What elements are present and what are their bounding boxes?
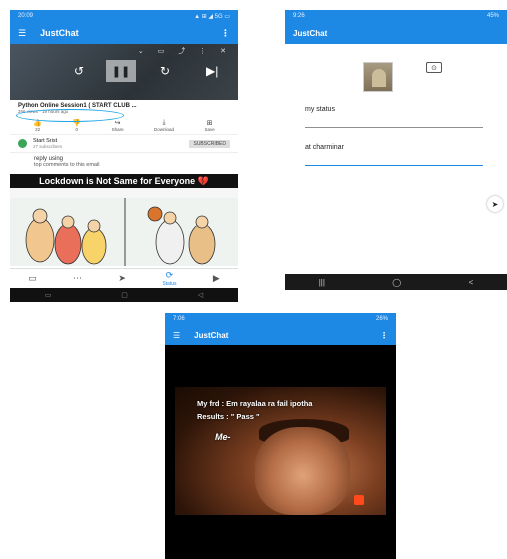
back-icon[interactable]: ◁ — [198, 291, 203, 299]
status-indicators: ▲ ⊞ ◢ 5G ▭ — [194, 13, 230, 20]
meme-caption-me: Me- — [215, 432, 231, 442]
app-title: JustChat — [293, 28, 328, 38]
menu-icon[interactable]: ☰ — [173, 331, 180, 340]
status-time: 9:26 — [293, 13, 305, 19]
action-share[interactable]: ↪ Share — [112, 119, 124, 132]
chat-icon: ▭ — [28, 273, 37, 283]
home-icon[interactable]: ◯ — [392, 278, 401, 287]
meme-cartoon — [10, 198, 238, 266]
status-time: 7:06 — [173, 316, 185, 322]
status-time: 20:09 — [18, 13, 34, 19]
status-battery: 45% — [486, 13, 499, 19]
status-bar: 9:26 45% — [285, 10, 507, 22]
system-navigation: ||| ◯ < — [285, 274, 507, 290]
comments-section[interactable]: reply using top comments to this email — [10, 152, 238, 171]
avatar — [18, 139, 27, 148]
app-bar: JustChat — [285, 22, 507, 44]
location-field[interactable]: at charminar — [305, 144, 483, 166]
bottom-navigation: ▭ ⋯ ➤ ⟳ Status ▶ — [10, 268, 238, 288]
phone-screen-meme: 7:06 26% ☰ JustChat ⋮ My frd : Em rayala… — [165, 313, 396, 559]
status-bar: 20:09 ▲ ⊞ ◢ 5G ▭ — [10, 10, 238, 22]
save-label: Save — [204, 127, 215, 132]
phone-screen-video: 20:09 ▲ ⊞ ◢ 5G ▭ ☰ JustChat ⋮ ⌄ ▭ ⤴ ⋮ ✕ … — [10, 10, 238, 302]
app-title: JustChat — [40, 28, 79, 38]
phone-screen-profile: 9:26 45% JustChat ⊙ my status at charmin… — [285, 10, 507, 290]
nav-chats[interactable]: ▭ — [28, 273, 37, 284]
nav-play[interactable]: ▶ — [213, 273, 220, 284]
video-top-controls[interactable]: ⌄ ▭ ⤴ ⋮ ✕ — [138, 46, 232, 56]
app-bar: ☰ JustChat ⋮ — [165, 325, 396, 345]
meme-caption-1: My frd : Em rayalaa ra fail ipotha — [197, 399, 313, 408]
like-count: 22 — [35, 127, 41, 132]
subscribe-button[interactable]: SUBSCRIBED — [189, 139, 230, 148]
forward-icon[interactable]: ↻ — [160, 64, 170, 78]
more-options-icon[interactable]: ⋮ — [380, 331, 388, 340]
video-player[interactable]: ⌄ ▭ ⤴ ⋮ ✕ ↺ ❚❚ ↻ ▶| — [10, 44, 238, 100]
home-icon[interactable]: ▢ — [121, 291, 128, 299]
download-icon: ⤓ — [162, 119, 166, 126]
recent-apps-icon[interactable]: ||| — [319, 278, 325, 287]
menu-icon[interactable]: ☰ — [18, 28, 26, 39]
meme-title: Lockdown is Not Same for Everyone 💔 — [10, 174, 238, 188]
share-label: Share — [111, 127, 124, 132]
nav-send[interactable]: ➤ — [118, 273, 126, 284]
meme-post[interactable]: Lockdown is Not Same for Everyone 💔 — [10, 174, 238, 266]
play-icon: ▶ — [212, 273, 220, 283]
app-bar: ☰ JustChat ⋮ — [10, 22, 238, 44]
status-battery: 26% — [375, 316, 388, 322]
channel-row[interactable]: Start Srist 27 subscribers SUBSCRIBED — [10, 134, 238, 152]
send-icon: ➤ — [118, 273, 126, 283]
camera-icon[interactable]: ⊙ — [426, 62, 442, 73]
save-icon: ⊞ — [206, 120, 213, 127]
video-title: Python Online Session1 ( START CLUB ... — [18, 103, 137, 109]
profile-photo[interactable] — [363, 62, 393, 92]
nav-status-label: Status — [162, 281, 177, 287]
nav-groups[interactable]: ⋯ — [73, 273, 82, 284]
groups-icon: ⋯ — [73, 273, 83, 283]
app-logo-icon — [354, 495, 364, 505]
comments-subtitle: top comments to this email — [34, 162, 100, 168]
status-field[interactable]: my status — [305, 106, 483, 128]
more-options-icon[interactable]: ⋮ — [221, 28, 230, 39]
highlight-oval — [16, 109, 124, 122]
dislike-count: 0 — [75, 127, 78, 132]
download-label: Download — [154, 127, 175, 132]
meme-caption-2: Results : " Pass " — [197, 412, 260, 421]
system-navigation: ▭ ▢ ◁ — [10, 288, 238, 302]
status-bar: 7:06 26% — [165, 313, 396, 325]
rewind-icon[interactable]: ↺ — [74, 64, 84, 78]
send-icon[interactable]: ➤ — [487, 196, 503, 212]
action-download[interactable]: ⤓ Download — [154, 119, 174, 132]
recent-apps-icon[interactable]: ▭ — [45, 291, 52, 299]
meme-image[interactable]: My frd : Em rayalaa ra fail ipotha Resul… — [175, 387, 386, 515]
meme-face — [255, 427, 350, 515]
share-icon: ↪ — [114, 120, 121, 127]
status-icon: ⟳ — [165, 270, 174, 280]
nav-status[interactable]: ⟳ Status — [162, 270, 176, 287]
channel-subscribers: 27 subscribers — [33, 144, 63, 149]
next-icon[interactable]: ▶| — [206, 64, 218, 78]
action-save[interactable]: ⊞ Save — [205, 119, 215, 132]
app-title: JustChat — [194, 330, 229, 340]
pause-button[interactable]: ❚❚ — [106, 60, 136, 82]
back-icon[interactable]: < — [469, 278, 474, 287]
